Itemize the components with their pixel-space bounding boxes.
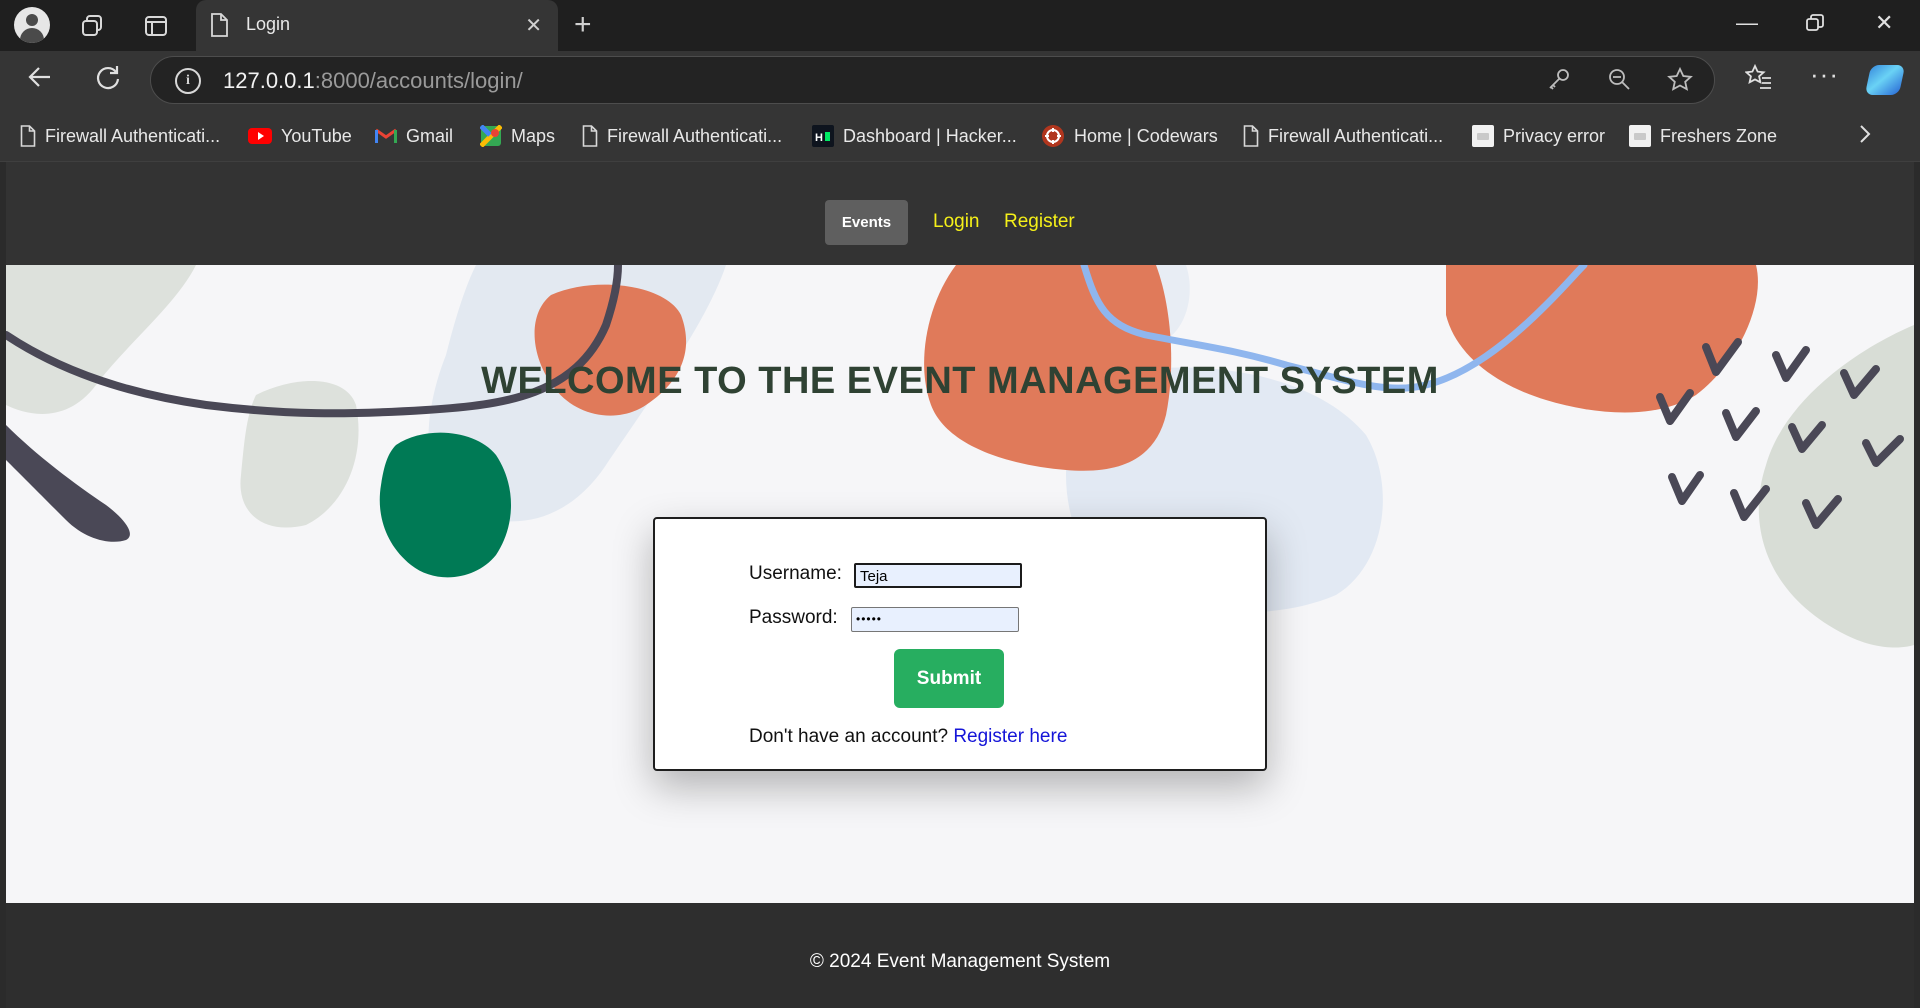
address-bar[interactable]: i 127.0.0.1:8000/accounts/login/ <box>150 56 1715 104</box>
codewars-icon <box>1041 124 1065 148</box>
tab-login[interactable]: Login ✕ <box>196 0 558 51</box>
favorites-icon[interactable] <box>1744 63 1773 98</box>
back-icon[interactable] <box>26 63 54 98</box>
password-label: Password: <box>749 607 838 628</box>
page-icon <box>1243 125 1259 147</box>
password-key-icon[interactable] <box>1547 67 1571 97</box>
minimize-icon[interactable]: — <box>1736 10 1758 36</box>
bookmark-item[interactable]: Firewall Authenticati... <box>582 123 782 149</box>
nav-events-button[interactable]: Events <box>825 200 908 245</box>
bookmark-item[interactable]: YouTube <box>248 123 352 149</box>
site-footer: © 2024 Event Management System <box>6 903 1914 1008</box>
bookmark-item[interactable]: Gmail <box>375 123 453 149</box>
submit-button[interactable]: Submit <box>894 649 1004 708</box>
page-icon <box>582 125 598 147</box>
tab-title: Login <box>246 14 291 34</box>
maps-icon <box>480 125 502 147</box>
profile-avatar[interactable] <box>14 7 50 43</box>
more-options-icon[interactable]: ··· <box>1810 59 1839 90</box>
web-page: Events Login Register WELCOME TO THE EVE… <box>6 162 1914 1008</box>
bookmark-item[interactable]: Firewall Authenticati... <box>1243 123 1443 149</box>
nav-login-link[interactable]: Login <box>933 211 980 233</box>
hackerrank-icon: H <box>812 125 834 147</box>
username-label: Username: <box>749 563 842 584</box>
bookmark-item[interactable]: Home | Codewars <box>1041 123 1218 149</box>
bookmark-item[interactable]: H Dashboard | Hacker... <box>812 123 1017 149</box>
footer-copyright: © 2024 Event Management System <box>809 951 1111 972</box>
bookmark-item[interactable]: Privacy error <box>1472 123 1605 149</box>
page-title: WELCOME TO THE EVENT MANAGEMENT SYSTEM <box>481 360 1439 402</box>
bookmarks-bar: Firewall Authenticati... YouTube Gmail M… <box>0 111 1920 162</box>
bookmark-item[interactable]: Freshers Zone <box>1629 123 1777 149</box>
zoom-out-icon[interactable] <box>1607 67 1631 97</box>
youtube-icon <box>248 127 272 145</box>
site-info-icon[interactable]: i <box>175 68 201 94</box>
page-icon <box>210 13 228 42</box>
bookmark-item[interactable]: Firewall Authenticati... <box>20 123 220 149</box>
restore-icon[interactable] <box>1806 12 1824 38</box>
username-input[interactable]: Teja <box>854 563 1022 588</box>
register-here-link[interactable]: Register here <box>953 726 1067 747</box>
browser-tab-bar: Login ✕ + — ✕ <box>0 0 1920 51</box>
svg-text:H: H <box>815 132 823 144</box>
url-text[interactable]: 127.0.0.1:8000/accounts/login/ <box>223 68 523 94</box>
error-page-icon <box>1472 125 1494 147</box>
address-bar-row: i 127.0.0.1:8000/accounts/login/ ··· <box>0 51 1920 111</box>
new-tab-icon[interactable]: + <box>574 8 592 42</box>
gmail-icon <box>375 128 397 144</box>
favorite-star-icon[interactable] <box>1667 66 1693 99</box>
page-icon <box>20 125 36 147</box>
password-input[interactable]: ••••• <box>851 607 1019 632</box>
site-navbar: Events Login Register <box>6 162 1914 265</box>
close-tab-icon[interactable]: ✕ <box>525 13 542 38</box>
hero-section: WELCOME TO THE EVENT MANAGEMENT SYSTEM U… <box>6 265 1914 903</box>
no-account-text: Don't have an account? <box>749 726 949 747</box>
reload-icon[interactable] <box>94 63 122 98</box>
login-form: Username: Teja Password: ••••• Submit Do… <box>653 517 1267 771</box>
close-window-icon[interactable]: ✕ <box>1875 10 1893 36</box>
copilot-icon[interactable] <box>1864 65 1906 95</box>
tab-actions-icon[interactable] <box>140 10 172 42</box>
nav-register-link[interactable]: Register <box>1004 211 1075 233</box>
bookmark-item[interactable]: Maps <box>480 123 555 149</box>
workspaces-icon[interactable] <box>76 10 108 42</box>
chevron-right-icon[interactable] <box>1858 121 1872 152</box>
register-prompt: Don't have an account? Register here <box>749 726 1067 748</box>
error-page-icon <box>1629 125 1651 147</box>
